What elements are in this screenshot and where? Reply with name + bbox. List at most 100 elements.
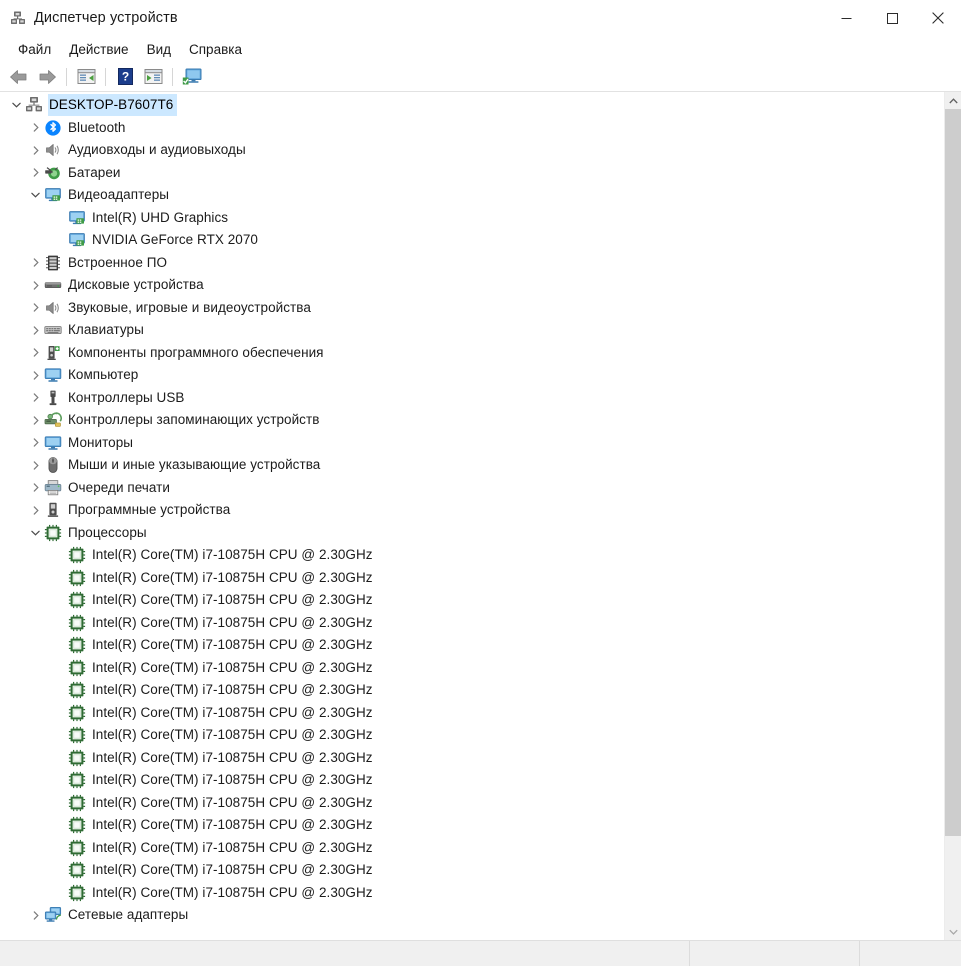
tree-row-category[interactable]: Видеоадаптеры [0, 184, 944, 207]
tree-row-label: Intel(R) Core(TM) i7-10875H CPU @ 2.30GH… [91, 702, 377, 724]
tree-row-category[interactable]: Bluetooth [0, 117, 944, 140]
tree-row-category[interactable]: Клавиатуры [0, 319, 944, 342]
tree-row-category[interactable]: Сетевые адаптеры [0, 904, 944, 927]
menu-action[interactable]: Действие [60, 39, 137, 60]
tree-row-label: Intel(R) Core(TM) i7-10875H CPU @ 2.30GH… [91, 544, 377, 566]
tree-row-category[interactable]: Контроллеры USB [0, 387, 944, 410]
toolbar-separator [172, 68, 173, 86]
tree-row-device[interactable]: Intel(R) Core(TM) i7-10875H CPU @ 2.30GH… [0, 679, 944, 702]
tree-row-category[interactable]: Процессоры [0, 522, 944, 545]
software-component-icon [44, 344, 62, 362]
tree-row-category[interactable]: Компьютер [0, 364, 944, 387]
chevron-right-icon[interactable] [27, 477, 44, 499]
tree-row-device[interactable]: Intel(R) Core(TM) i7-10875H CPU @ 2.30GH… [0, 544, 944, 567]
tree-row-category[interactable]: Программные устройства [0, 499, 944, 522]
forward-icon [37, 68, 57, 86]
tree-row-device[interactable]: Intel(R) Core(TM) i7-10875H CPU @ 2.30GH… [0, 589, 944, 612]
firmware-icon [44, 254, 62, 272]
tree-row-device[interactable]: Intel(R) Core(TM) i7-10875H CPU @ 2.30GH… [0, 747, 944, 770]
chevron-right-icon[interactable] [27, 297, 44, 319]
chevron-right-icon[interactable] [27, 454, 44, 476]
maximize-button[interactable] [869, 0, 915, 36]
vertical-scrollbar[interactable] [944, 92, 961, 940]
chevron-right-icon[interactable] [27, 117, 44, 139]
chevron-right-icon[interactable] [27, 904, 44, 926]
close-button[interactable] [915, 0, 961, 36]
tree-row-category[interactable]: Компоненты программного обеспечения [0, 342, 944, 365]
device-tree[interactable]: DESKTOP-B7607T6 Bluetooth Аудиовходы и а… [0, 92, 944, 940]
tree-row-device[interactable]: Intel(R) Core(TM) i7-10875H CPU @ 2.30GH… [0, 724, 944, 747]
tree-row-category[interactable]: Мыши и иные указывающие устройства [0, 454, 944, 477]
tree-row-device[interactable]: Intel(R) UHD Graphics [0, 207, 944, 230]
chevron-right-icon[interactable] [27, 342, 44, 364]
tree-row-device[interactable]: Intel(R) Core(TM) i7-10875H CPU @ 2.30GH… [0, 567, 944, 590]
chevron-right-icon[interactable] [27, 364, 44, 386]
menu-file[interactable]: Файл [9, 39, 60, 60]
computer-root-icon [25, 96, 43, 114]
tree-row-category[interactable]: Контроллеры запоминающих устройств [0, 409, 944, 432]
chevron-right-icon[interactable] [27, 432, 44, 454]
chevron-right-icon[interactable] [27, 387, 44, 409]
menu-help[interactable]: Справка [180, 39, 251, 60]
chevron-right-icon[interactable] [27, 274, 44, 296]
tree-row-device[interactable]: Intel(R) Core(TM) i7-10875H CPU @ 2.30GH… [0, 792, 944, 815]
chevron-right-icon[interactable] [27, 252, 44, 274]
tree-row-root[interactable]: DESKTOP-B7607T6 [0, 94, 944, 117]
forward-button[interactable] [33, 64, 61, 90]
tree-row-category[interactable]: Встроенное ПО [0, 252, 944, 275]
tree-row-device[interactable]: Intel(R) Core(TM) i7-10875H CPU @ 2.30GH… [0, 814, 944, 837]
tree-row-category[interactable]: Очереди печати [0, 477, 944, 500]
tree-row-category[interactable]: Батареи [0, 162, 944, 185]
chevron-right-icon[interactable] [27, 409, 44, 431]
scrollbar-track[interactable] [945, 109, 961, 923]
tree-row-label: Intel(R) UHD Graphics [91, 207, 232, 229]
chevron-right-icon[interactable] [27, 162, 44, 184]
scan-hardware-button[interactable] [178, 64, 206, 90]
tree-row-device[interactable]: Intel(R) Core(TM) i7-10875H CPU @ 2.30GH… [0, 657, 944, 680]
help-icon: ? [117, 68, 134, 85]
tree-row-device[interactable]: Intel(R) Core(TM) i7-10875H CPU @ 2.30GH… [0, 769, 944, 792]
processor-icon [68, 816, 86, 834]
toolbar-separator [66, 68, 67, 86]
scrollbar-thumb[interactable] [945, 109, 961, 836]
keyboard-icon [44, 321, 62, 339]
scroll-down-button[interactable] [945, 923, 961, 940]
tree-row-category[interactable]: Мониторы [0, 432, 944, 455]
update-driver-button[interactable] [139, 64, 167, 90]
tree-row-label: Intel(R) Core(TM) i7-10875H CPU @ 2.30GH… [91, 657, 377, 679]
network-adapter-icon [44, 906, 62, 924]
display-adapter-icon [68, 231, 86, 249]
tree-row-device[interactable]: Intel(R) Core(TM) i7-10875H CPU @ 2.30GH… [0, 702, 944, 725]
tree-row-device[interactable]: Intel(R) Core(TM) i7-10875H CPU @ 2.30GH… [0, 612, 944, 635]
status-panel-1 [0, 941, 690, 966]
tree-row-category[interactable]: Аудиовходы и аудиовыходы [0, 139, 944, 162]
minimize-button[interactable] [823, 0, 869, 36]
monitor-icon [44, 366, 62, 384]
chevron-right-icon[interactable] [27, 139, 44, 161]
battery-icon [44, 164, 62, 182]
audio-icon [44, 141, 62, 159]
tree-row-label: Мониторы [67, 432, 137, 454]
tree-row-label: Компоненты программного обеспечения [67, 342, 328, 364]
tree-row-device[interactable]: Intel(R) Core(TM) i7-10875H CPU @ 2.30GH… [0, 837, 944, 860]
chevron-right-icon[interactable] [27, 319, 44, 341]
back-button[interactable] [5, 64, 33, 90]
disk-drive-icon [44, 276, 62, 294]
menu-view[interactable]: Вид [138, 39, 180, 60]
chevron-down-icon[interactable] [27, 522, 44, 544]
tree-row-device[interactable]: Intel(R) Core(TM) i7-10875H CPU @ 2.30GH… [0, 882, 944, 905]
toolbar-separator [105, 68, 106, 86]
tree-row-device[interactable]: NVIDIA GeForce RTX 2070 [0, 229, 944, 252]
chevron-down-icon[interactable] [27, 184, 44, 206]
chevron-right-icon[interactable] [27, 499, 44, 521]
scroll-up-button[interactable] [945, 92, 961, 109]
tree-row-category[interactable]: Дисковые устройства [0, 274, 944, 297]
tree-row-label: Intel(R) Core(TM) i7-10875H CPU @ 2.30GH… [91, 612, 377, 634]
tree-row-device[interactable]: Intel(R) Core(TM) i7-10875H CPU @ 2.30GH… [0, 859, 944, 882]
chevron-down-icon[interactable] [8, 94, 25, 116]
help-button[interactable]: ? [111, 64, 139, 90]
tree-row-category[interactable]: Звуковые, игровые и видеоустройства [0, 297, 944, 320]
tree-row-device[interactable]: Intel(R) Core(TM) i7-10875H CPU @ 2.30GH… [0, 634, 944, 657]
properties-button[interactable] [72, 64, 100, 90]
tree-row-label: Программные устройства [67, 499, 234, 521]
